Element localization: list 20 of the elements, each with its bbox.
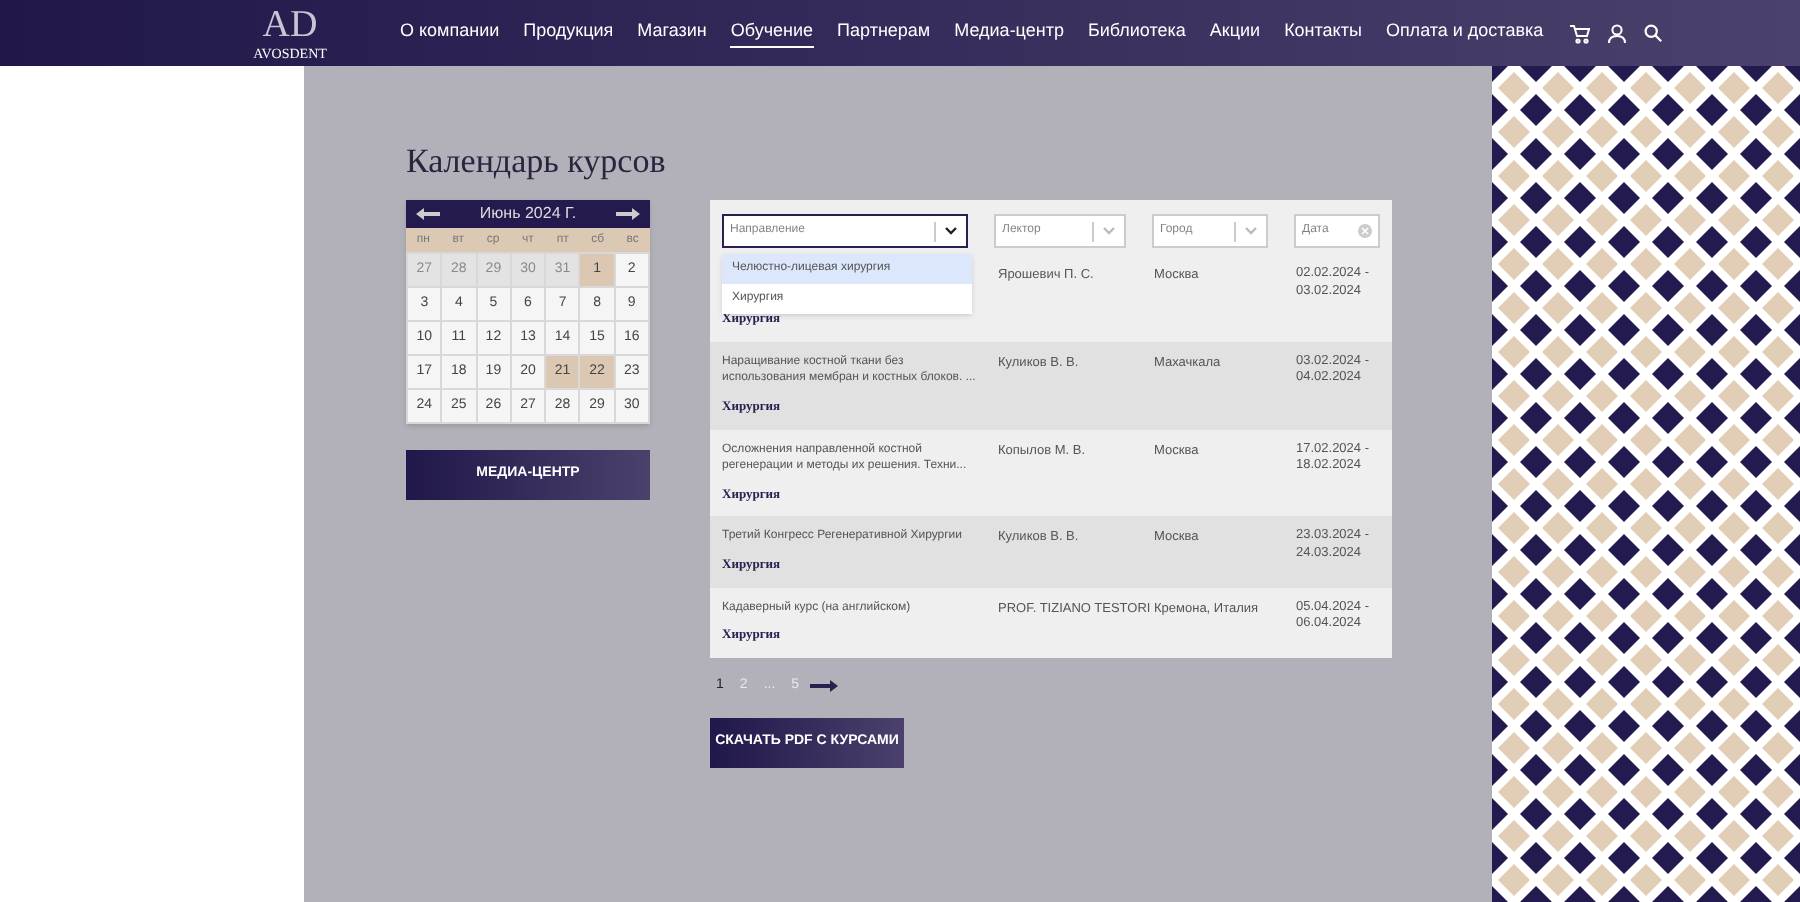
arrow-left-icon[interactable] — [416, 208, 440, 220]
nav-link[interactable]: Партнерам — [837, 17, 931, 49]
logo-monogram: AD — [262, 5, 318, 45]
nav-link[interactable]: О компании — [400, 17, 500, 49]
user-icon[interactable] — [1607, 23, 1626, 43]
arrow-right-icon[interactable] — [616, 208, 640, 220]
nav-link[interactable]: Библиотека — [1087, 17, 1186, 49]
nav-link[interactable]: Медиа-центр — [954, 17, 1064, 49]
page-title: Календарь курсов — [406, 142, 668, 184]
next-arrow-icon[interactable] — [809, 679, 838, 692]
nav-link[interactable]: Обучение — [730, 17, 814, 49]
nav-link[interactable]: Акции — [1209, 17, 1261, 49]
nav-link[interactable]: Оплата и доставка — [1385, 17, 1544, 49]
calendar-month: Июнь 2024 Г. — [479, 202, 577, 226]
nav-link[interactable]: Продукция — [523, 17, 614, 49]
cart-icon[interactable] — [1569, 23, 1590, 43]
nav-link[interactable]: Магазин — [637, 17, 707, 49]
search-icon[interactable] — [1643, 24, 1662, 42]
chevron-down-icon[interactable] — [944, 226, 958, 236]
nav-link[interactable]: Контакты — [1284, 17, 1362, 49]
